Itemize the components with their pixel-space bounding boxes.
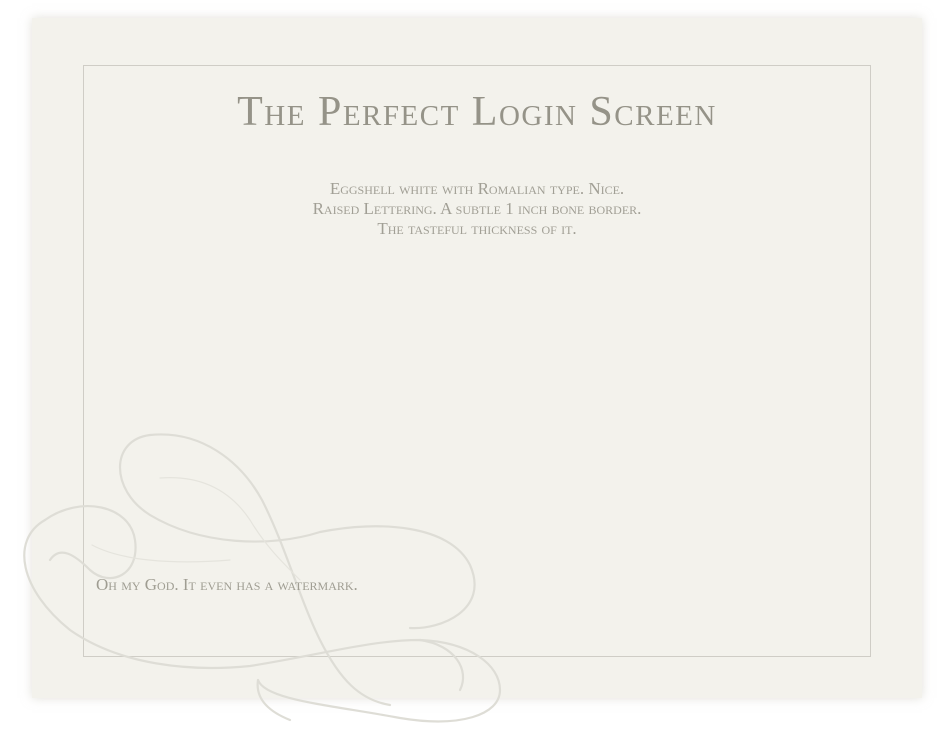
- page-title: The Perfect Login Screen: [237, 89, 717, 135]
- subtitle-line: Raised Lettering. A subtle 1 inch bone b…: [312, 199, 642, 218]
- subtitle-line: Eggshell white with Romalian type. Nice.: [329, 179, 625, 198]
- subtitle: Eggshell white with Romalian type. Nice.…: [83, 179, 871, 239]
- watermark-caption: Oh my God. It even has a watermark.: [96, 575, 358, 594]
- subtitle-line: The tasteful thickness of it.: [377, 219, 577, 238]
- bone-border: [83, 65, 871, 657]
